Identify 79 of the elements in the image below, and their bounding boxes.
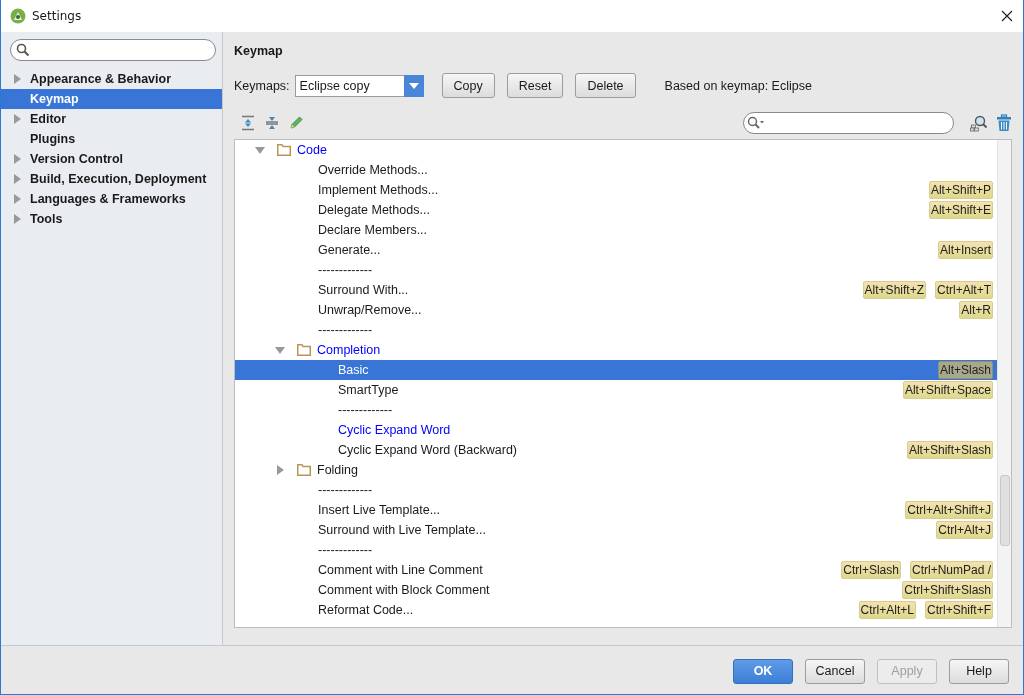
scrollbar-thumb[interactable] bbox=[1000, 475, 1010, 546]
shortcut-badge: Alt+Slash bbox=[937, 361, 993, 379]
folder-icon bbox=[297, 464, 311, 476]
close-icon[interactable] bbox=[1001, 10, 1013, 22]
search-icon bbox=[16, 43, 30, 57]
action-row[interactable]: SmartType Alt+Shift+Space bbox=[235, 380, 997, 400]
action-row[interactable]: Unwrap/Remove... Alt+R bbox=[235, 300, 997, 320]
dialog-button[interactable]: Help bbox=[949, 658, 1009, 684]
separator-row-text: ------------- bbox=[337, 402, 394, 419]
keymaps-label: Keymaps: bbox=[234, 78, 290, 93]
trash-icon[interactable] bbox=[996, 114, 1012, 132]
action-row[interactable]: Surround with Live Template... Ctrl+Alt+J bbox=[235, 520, 997, 540]
shortcut-badge: Ctrl+Shift+Slash bbox=[902, 581, 993, 599]
sidebar-item[interactable]: Languages & Frameworks bbox=[1, 189, 222, 209]
shortcut-badge: Alt+Shift+Z bbox=[862, 281, 926, 299]
action-row[interactable]: Comment with Line Comment Ctrl+Slash Ctrl+NumPad / bbox=[235, 560, 997, 580]
shortcut-badge: Alt+Shift+E bbox=[928, 201, 993, 219]
sidebar-item[interactable]: Version Control bbox=[1, 149, 222, 169]
shortcut-badge: Alt+Shift+Space bbox=[902, 381, 993, 399]
keymap-action-button[interactable]: Copy bbox=[441, 73, 495, 98]
keymap-action-button[interactable]: Delete bbox=[575, 73, 636, 98]
android-app-icon bbox=[10, 8, 26, 24]
sidebar-item[interactable]: Editor bbox=[1, 109, 222, 129]
action-row[interactable]: Cyclic Expand Word bbox=[235, 420, 997, 440]
action-row[interactable]: Surround With... Alt+Shift+Z Ctrl+Alt+T bbox=[235, 280, 997, 300]
shortcut-badge: Alt+R bbox=[959, 301, 993, 319]
separator-row-text: ------------- bbox=[317, 262, 374, 279]
keymap-dropdown[interactable]: Eclipse copy bbox=[294, 74, 424, 97]
expanded-arrow-icon bbox=[275, 345, 285, 355]
action-row[interactable]: Generate... Alt+Insert bbox=[235, 240, 997, 260]
action-row[interactable]: Declare Members... bbox=[235, 220, 997, 240]
action-row[interactable]: Cyclic Expand Word (Backward) Alt+Shift+Slash bbox=[235, 440, 997, 460]
shortcut-badge: Ctrl+Shift+F bbox=[924, 601, 993, 619]
shortcut-badge: Ctrl+Alt+J bbox=[936, 521, 993, 539]
keymap-action-button[interactable]: Reset bbox=[506, 73, 564, 98]
pencil-icon[interactable] bbox=[288, 115, 304, 131]
action-row[interactable]: Basic Alt+Slash bbox=[235, 360, 997, 380]
sidebar-item[interactable]: Appearance & Behavior bbox=[1, 69, 222, 89]
dialog-button[interactable]: Cancel bbox=[805, 658, 865, 684]
expand-all-icon[interactable] bbox=[240, 115, 256, 131]
tree-folder-row[interactable]: Completion bbox=[235, 340, 997, 360]
based-on-text: Based on keymap: Eclipse bbox=[664, 78, 812, 93]
tree-folder-row[interactable]: Code bbox=[235, 140, 997, 160]
collapsed-arrow-icon bbox=[12, 74, 22, 84]
expanded-arrow-icon bbox=[255, 145, 265, 155]
shortcut-badge: Ctrl+Alt+L bbox=[858, 601, 916, 619]
folder-icon bbox=[297, 344, 311, 356]
separator-row-text: ------------- bbox=[317, 322, 374, 339]
action-row[interactable]: Override Methods... bbox=[235, 160, 997, 180]
sidebar-item[interactable]: Plugins bbox=[1, 129, 222, 149]
action-row[interactable]: Insert Live Template... Ctrl+Alt+Shift+J bbox=[235, 500, 997, 520]
folder-icon bbox=[277, 144, 291, 156]
separator-row-text: ------------- bbox=[317, 542, 374, 559]
action-row[interactable]: Implement Methods... Alt+Shift+P bbox=[235, 180, 997, 200]
collapse-all-icon[interactable] bbox=[264, 115, 280, 131]
shortcut-badge: Ctrl+Slash bbox=[841, 561, 901, 579]
shortcut-badge: Alt+Shift+P bbox=[928, 181, 993, 199]
tree-folder-row[interactable]: Folding bbox=[235, 460, 997, 480]
action-row[interactable]: Reformat Code... Ctrl+Alt+L Ctrl+Shift+F bbox=[235, 600, 997, 620]
shortcut-badge: Alt+Insert bbox=[937, 241, 993, 259]
shortcut-badge: Ctrl+Alt+T bbox=[935, 281, 993, 299]
find-shortcut-icon[interactable] bbox=[970, 114, 988, 132]
shortcut-badge: Ctrl+Alt+Shift+J bbox=[905, 501, 993, 519]
shortcut-search-field[interactable] bbox=[743, 112, 954, 134]
separator-row-text: ------------- bbox=[317, 482, 374, 499]
sidebar-item[interactable]: Build, Execution, Deployment bbox=[1, 169, 222, 189]
shortcut-badge: Alt+Shift+Slash bbox=[906, 441, 993, 459]
caret-icon bbox=[408, 82, 419, 89]
search-icon bbox=[747, 116, 765, 130]
panel-title: Keymap bbox=[234, 43, 284, 60]
action-row[interactable]: Comment with Block Comment Ctrl+Shift+Slash bbox=[235, 580, 997, 600]
sidebar-item[interactable]: Tools bbox=[1, 209, 222, 229]
sidebar-item[interactable]: Keymap bbox=[1, 89, 222, 109]
action-row[interactable]: Delegate Methods... Alt+Shift+E bbox=[235, 200, 997, 220]
collapsed-arrow-icon bbox=[12, 114, 22, 124]
shortcut-badge: Ctrl+NumPad / bbox=[909, 561, 993, 579]
window-title: Settings bbox=[32, 9, 82, 23]
search-field[interactable] bbox=[10, 39, 216, 61]
collapsed-arrow-icon bbox=[275, 465, 285, 475]
